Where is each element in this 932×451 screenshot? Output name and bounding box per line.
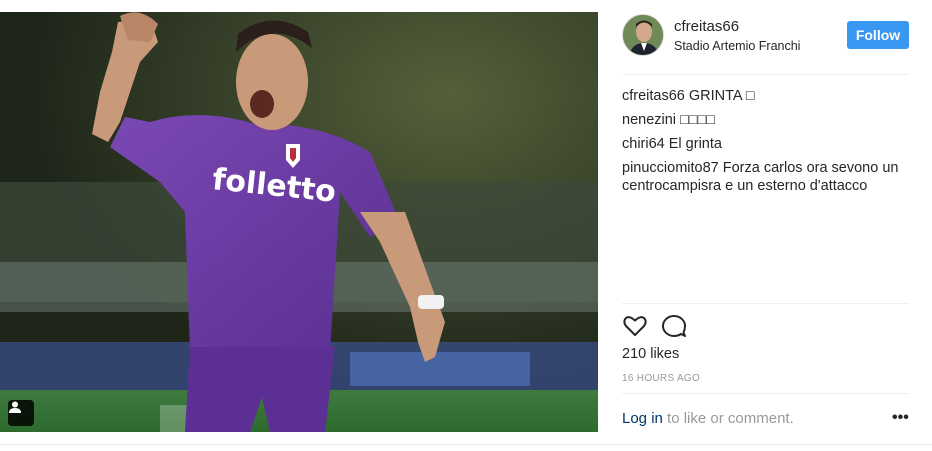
comment-text: GRINTA □ (688, 88, 755, 104)
comment-icon[interactable] (661, 313, 687, 339)
more-options-button[interactable]: ••• (892, 409, 909, 427)
comment-username[interactable]: pinucciomito87 (622, 160, 719, 176)
post-location[interactable]: Stadio Artemio Franchi (674, 39, 800, 53)
post-header: cfreitas66 Stadio Artemio Franchi Follow (622, 14, 912, 62)
heart-icon[interactable] (622, 313, 648, 339)
login-prompt-text: to like or comment. (662, 410, 794, 427)
header-divider (622, 74, 909, 75)
login-link[interactable]: Log in (622, 410, 663, 427)
user-tag-icon[interactable] (8, 400, 34, 426)
comment-item: pinucciomito87 Forza carlos ora sevono u… (622, 159, 914, 195)
comment-item: cfreitas66 GRINTA □ (622, 87, 914, 105)
login-prompt: Log in to like or comment. (622, 410, 794, 427)
comment-username[interactable]: cfreitas66 (622, 88, 685, 104)
post-photo[interactable]: folletto (0, 12, 598, 432)
comments-list: cfreitas66 GRINTA □ nenezini □□□□ chiri6… (622, 87, 914, 201)
comment-item: chiri64 El grinta (622, 135, 914, 153)
bottom-divider (0, 444, 932, 445)
avatar[interactable] (622, 14, 664, 56)
instagram-post: folletto cfreitas66 Stadio Artemio Franc… (0, 0, 932, 451)
comment-item: nenezini □□□□ (622, 111, 914, 129)
player-photo-illustration: folletto (0, 12, 598, 432)
login-divider (622, 393, 909, 394)
comment-username[interactable]: chiri64 (622, 136, 665, 152)
post-timestamp: 16 HOURS AGO (622, 373, 701, 384)
post-sidebar: cfreitas66 Stadio Artemio Franchi Follow… (598, 0, 932, 451)
actions-divider (622, 303, 909, 304)
comment-text: El grinta (668, 136, 722, 152)
comment-text: □□□□ (680, 112, 716, 128)
likes-count[interactable]: 210 likes (622, 346, 679, 362)
comment-username[interactable]: nenezini (622, 112, 676, 128)
follow-button[interactable]: Follow (847, 21, 909, 49)
post-username[interactable]: cfreitas66 (674, 18, 739, 35)
